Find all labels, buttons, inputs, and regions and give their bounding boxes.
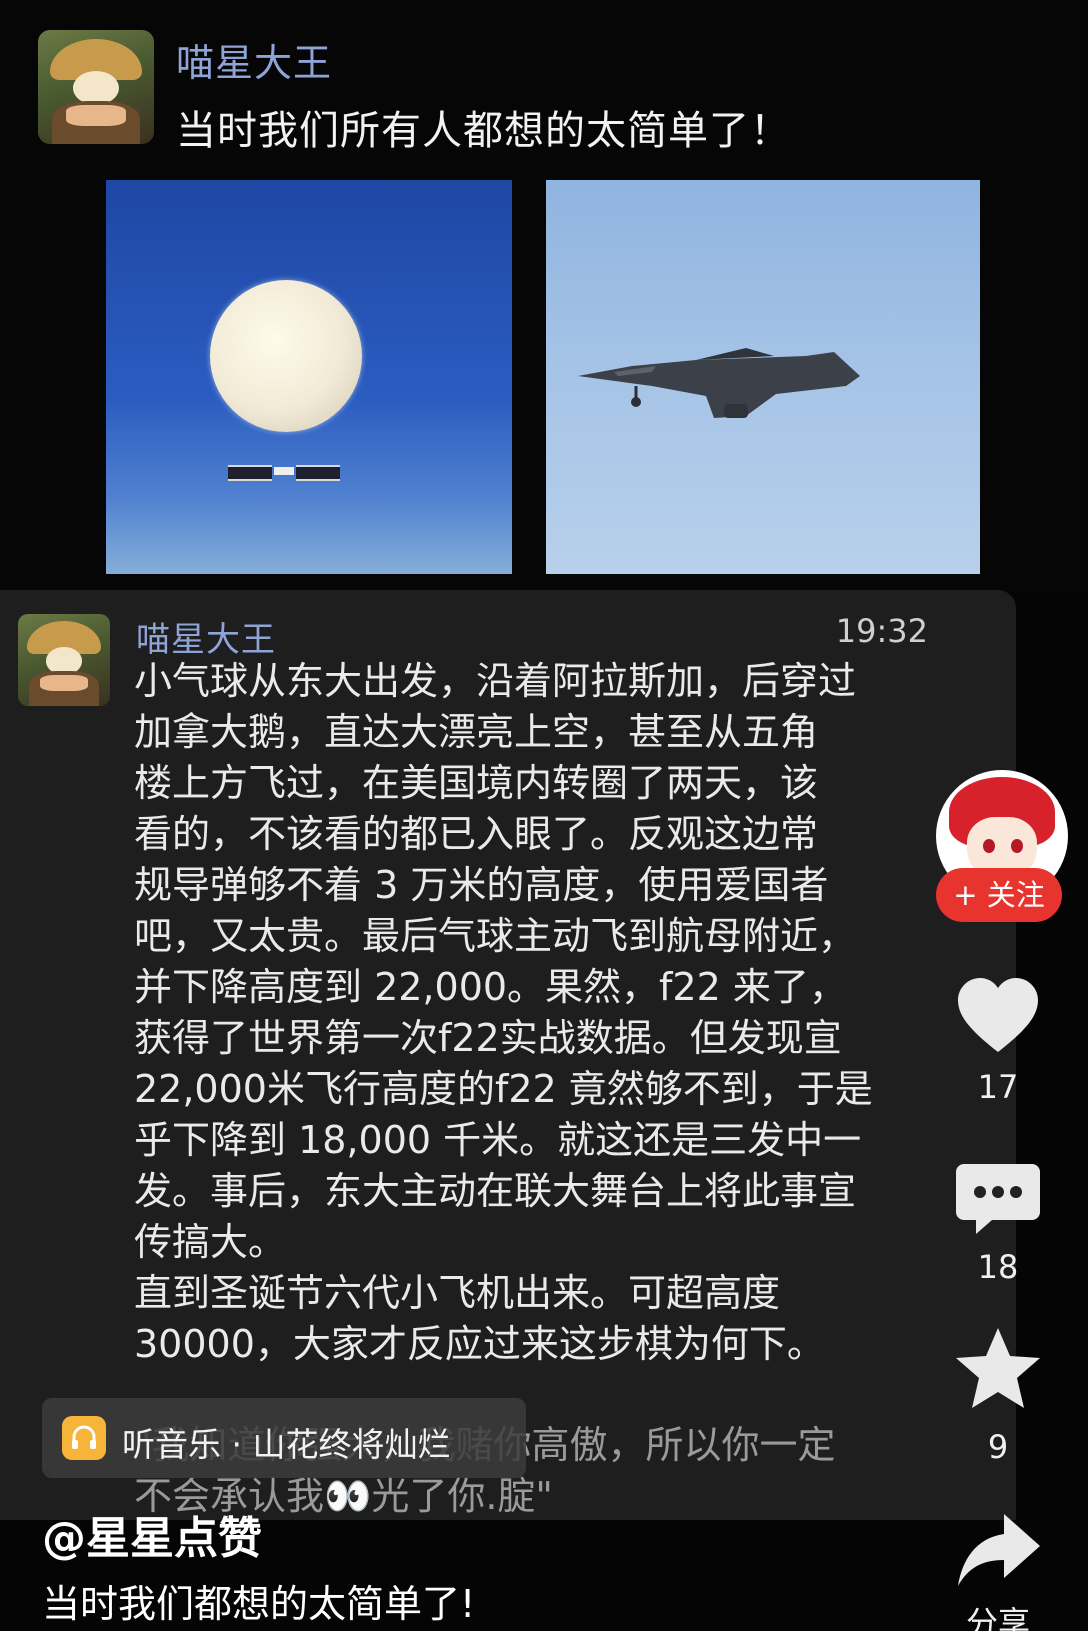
comment-line: 22,000米飞行高度的f22 竟然够不到，于是 xyxy=(134,1067,873,1111)
comment-line: 发。事后，东大主动在联大舞台上将此事宣 xyxy=(134,1169,857,1213)
poster-username[interactable]: 喵星大王 xyxy=(176,32,332,87)
comment-line: 规导弹够不着 3 万米的高度，使用爱国者 xyxy=(134,863,829,907)
video-caption: 当时我们都想的太简单了! xyxy=(42,1582,476,1626)
comment-line: 看的，不该看的都已入眼了。反观这边常 xyxy=(134,812,819,856)
comment-quote-line: 不会承认我👀光了你.腚" xyxy=(134,1474,553,1518)
music-title: 听音乐 · 山花终将灿烂 xyxy=(122,1425,451,1464)
favorite-count: 9 xyxy=(987,1428,1009,1466)
comment-line: 传搞大。 xyxy=(134,1220,287,1264)
like-heart-icon[interactable] xyxy=(950,968,1046,1064)
like-count: 17 xyxy=(977,1068,1019,1106)
comment-text: 小气球从东大出发，沿着阿拉斯加，后穿过 加拿大鹅，直达大漂亮上空，甚至从五角 楼上方… xyxy=(134,656,994,1370)
video-page: 喵星大王 当时我们所有人都想的太简单了！ 喵星大王 19:32 小气球从东大出发… xyxy=(0,0,1088,1631)
comment-bubble-icon[interactable] xyxy=(950,1150,1046,1246)
commenter-avatar[interactable] xyxy=(18,614,110,706)
comment-line: 并下降高度到 22,000。果然，f22 来了， xyxy=(134,965,847,1009)
balloon-payload xyxy=(228,465,340,481)
post-header: 喵星大王 当时我们所有人都想的太简单了！ xyxy=(0,0,1088,590)
comment-line: 获得了世界第一次f22实战数据。但发现宣 xyxy=(134,1016,842,1060)
balloon-photo[interactable] xyxy=(106,180,512,574)
poster-avatar[interactable] xyxy=(38,30,154,144)
fighter-jet-photo[interactable] xyxy=(546,180,980,574)
balloon-sphere xyxy=(210,280,362,432)
comment-line: 30000，大家才反应过来这步棋为何下。 xyxy=(134,1322,825,1366)
commenter-username[interactable]: 喵星大王 xyxy=(136,612,276,661)
comment-line: 吧，又太贵。最后气球主动飞到航母附近， xyxy=(134,914,857,958)
fighter-jet-image xyxy=(578,348,860,418)
author-name[interactable]: @星星点赞 xyxy=(42,1502,262,1566)
share-arrow-icon[interactable] xyxy=(950,1502,1046,1598)
comment-line: 加拿大鹅，直达大漂亮上空，甚至从五角 xyxy=(134,710,819,754)
comment-line: 楼上方飞过，在美国境内转圈了两天，该 xyxy=(134,761,819,805)
comment-timestamp: 19:32 xyxy=(835,612,928,650)
music-bar[interactable]: 听音乐 · 山花终将灿烂 xyxy=(42,1398,526,1478)
share-label: 分享 xyxy=(965,1604,1030,1631)
comment-line: 乎下降到 18,000 千米。就这还是三发中一 xyxy=(134,1118,862,1162)
comment-line: 直到圣诞节六代小飞机出来。可超高度 xyxy=(134,1271,781,1315)
follow-button[interactable]: + 关注 xyxy=(936,868,1062,922)
comment-count: 18 xyxy=(977,1248,1019,1286)
comment-card: 喵星大王 19:32 小气球从东大出发，沿着阿拉斯加，后穿过 加拿大鹅，直达大漂亮… xyxy=(0,590,1016,1520)
comment-line: 小气球从东大出发，沿着阿拉斯加，后穿过 xyxy=(134,659,857,703)
headphones-icon xyxy=(62,1416,106,1460)
post-title: 当时我们所有人都想的太简单了！ xyxy=(176,108,791,154)
favorite-star-icon[interactable] xyxy=(950,1322,1046,1418)
